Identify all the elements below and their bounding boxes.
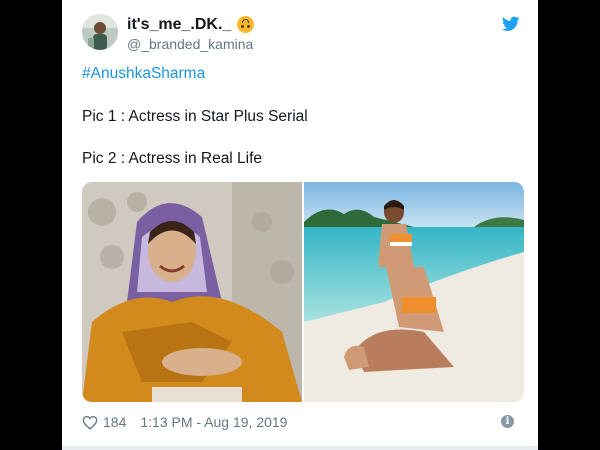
photo-2[interactable] bbox=[304, 182, 524, 402]
avatar[interactable] bbox=[82, 14, 118, 50]
photo-1[interactable] bbox=[82, 182, 302, 402]
info-icon[interactable]: i bbox=[501, 415, 514, 428]
tweet-card: it's_me_.DK._ @_branded_kamina #AnushkaS… bbox=[62, 0, 538, 450]
upside-down-face-emoji-icon bbox=[237, 16, 255, 33]
tweet-header: it's_me_.DK._ @_branded_kamina bbox=[82, 14, 524, 54]
display-name-row[interactable]: it's_me_.DK._ bbox=[127, 15, 255, 34]
tweet-text-line-2: Pic 2 : Actress in Real Life bbox=[82, 150, 263, 167]
like-count[interactable]: 184 bbox=[103, 414, 126, 430]
card-bottom-border bbox=[62, 446, 538, 450]
hashtag-link[interactable]: #AnushkaSharma bbox=[82, 64, 205, 84]
tweet-text-line-1: Pic 1 : Actress in Star Plus Serial bbox=[82, 108, 308, 125]
heart-icon[interactable] bbox=[82, 415, 98, 430]
display-name[interactable]: it's_me_.DK._ bbox=[127, 15, 231, 34]
tweet-footer: 184 1:13 PM - Aug 19, 2019 i bbox=[82, 412, 524, 432]
twitter-bird-icon[interactable] bbox=[502, 16, 520, 32]
author-names: it's_me_.DK._ @_branded_kamina bbox=[127, 15, 255, 53]
timestamp[interactable]: 1:13 PM - Aug 19, 2019 bbox=[140, 414, 287, 430]
user-handle[interactable]: @_branded_kamina bbox=[127, 35, 254, 53]
tweet-media bbox=[82, 182, 524, 402]
